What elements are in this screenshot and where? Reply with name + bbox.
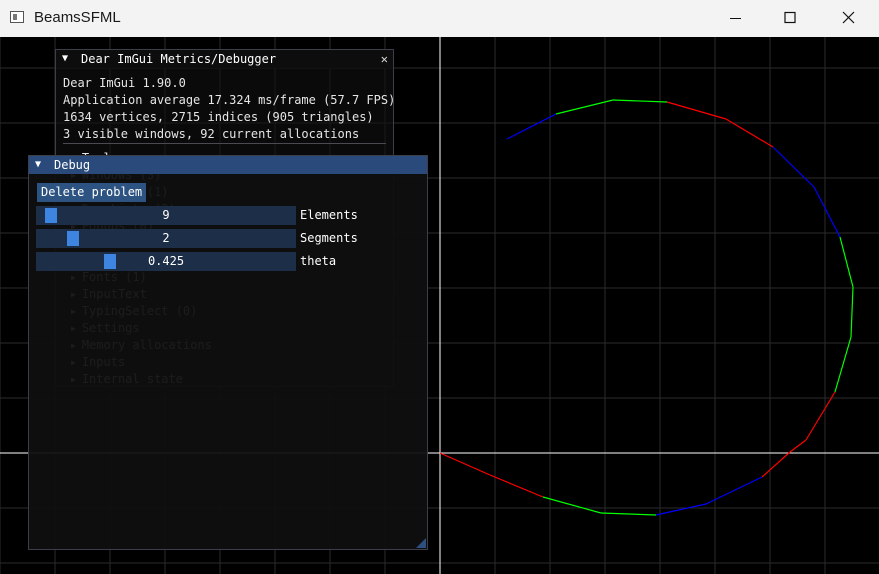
metrics-title-bar[interactable]: ▼ Dear ImGui Metrics/Debugger ✕ <box>56 50 393 68</box>
vertex-stats: 1634 vertices, 2715 indices (905 triangl… <box>63 110 374 124</box>
beam-segment <box>655 503 707 516</box>
slider-value: 0.425 <box>147 254 185 268</box>
resize-grip[interactable] <box>416 538 426 548</box>
close-icon <box>842 11 855 24</box>
beam-segment <box>772 146 815 188</box>
collapse-triangle-icon[interactable]: ▼ <box>62 50 68 68</box>
theta-slider[interactable]: 0.425 <box>36 252 296 271</box>
imgui-version: Dear ImGui 1.90.0 <box>63 76 186 90</box>
beam-segment <box>761 451 791 478</box>
beam-segment <box>600 512 657 516</box>
beam-segment <box>805 391 836 441</box>
beam-segment <box>555 99 614 115</box>
minimize-icon <box>730 18 741 19</box>
beam-segment <box>705 476 763 505</box>
minimize-button[interactable] <box>705 0 763 37</box>
delete-problem-button[interactable]: Delete problem <box>37 183 147 202</box>
slider-value: 9 <box>162 208 170 222</box>
maximize-button[interactable] <box>763 0 821 37</box>
elements-label: Elements <box>300 208 358 222</box>
title-bar: BeamsSFML <box>0 0 879 37</box>
beam-segment <box>834 336 852 393</box>
render-viewport[interactable]: ▼ Dear ImGui Metrics/Debugger ✕ Dear ImG… <box>0 37 879 574</box>
beam-segment <box>789 439 807 453</box>
debug-window[interactable]: ▼ Debug Delete problem 9 Elements 2 Segm… <box>28 155 428 550</box>
segments-label: Segments <box>300 231 358 245</box>
theta-label: theta <box>300 254 337 268</box>
beam-segment <box>489 474 544 498</box>
separator <box>63 143 386 144</box>
close-button[interactable] <box>821 0 879 37</box>
collapse-triangle-icon[interactable]: ▼ <box>35 156 41 174</box>
beam-segment <box>506 113 557 140</box>
elements-slider[interactable]: 9 <box>36 206 296 225</box>
frame-stats: Application average 17.324 ms/frame (57.… <box>63 93 396 107</box>
debug-title-bar[interactable]: ▼ Debug <box>29 156 427 174</box>
metrics-close-icon[interactable]: ✕ <box>381 50 388 68</box>
beam-segment <box>439 452 491 476</box>
beam-segment <box>839 236 854 288</box>
beam-segment <box>542 496 602 514</box>
window-title: BeamsSFML <box>34 9 121 26</box>
segments-slider[interactable]: 2 <box>36 229 296 248</box>
beam-segment <box>850 286 854 338</box>
maximize-icon <box>784 11 796 24</box>
metrics-window-title: Dear ImGui Metrics/Debugger <box>81 52 277 66</box>
debug-window-title: Debug <box>54 158 91 172</box>
window-stats: 3 visible windows, 92 current allocation… <box>63 127 360 141</box>
beam-segment <box>666 101 727 120</box>
beam-segment <box>612 99 668 103</box>
app-window-icon <box>10 11 24 23</box>
slider-value: 2 <box>162 231 170 245</box>
beam-segment <box>813 186 841 238</box>
